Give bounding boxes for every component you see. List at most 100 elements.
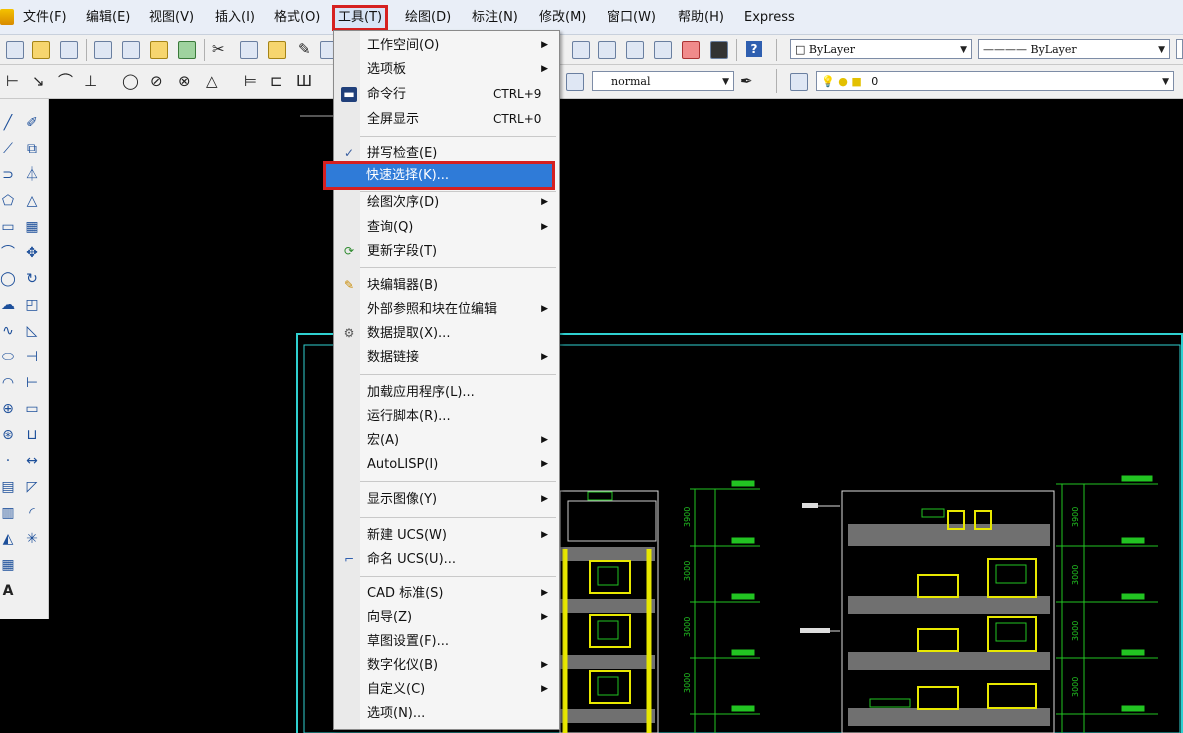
erase-icon[interactable]: ✐ xyxy=(24,115,40,131)
menu-express[interactable]: Express xyxy=(740,7,799,29)
rotate-icon[interactable]: ↻ xyxy=(24,271,40,287)
calculator-icon[interactable] xyxy=(710,41,728,59)
menu-item-run-script[interactable]: 运行脚本(R)... xyxy=(335,405,558,428)
continue-icon[interactable]: Ш xyxy=(296,73,312,89)
extend-icon[interactable]: ⊢ xyxy=(24,375,40,391)
lineweight-combo[interactable] xyxy=(1176,39,1183,59)
menu-item-tablet[interactable]: 数字化仪(B) ▶ xyxy=(335,654,558,677)
array-icon[interactable]: ▦ xyxy=(24,219,40,235)
menu-item-drafting-settings[interactable]: 草图设置(F)... xyxy=(335,630,558,653)
app-icon[interactable] xyxy=(0,9,14,25)
plot-preview-icon[interactable] xyxy=(122,41,140,59)
text-style-icon[interactable] xyxy=(566,73,584,91)
table-icon[interactable]: ▦ xyxy=(0,557,16,573)
mirror-icon[interactable]: ⏃ xyxy=(24,167,40,183)
angular-icon[interactable]: △ xyxy=(206,73,218,89)
menu-item-spelling[interactable]: ✓ 拼写检查(E) xyxy=(335,142,558,165)
menu-dimension[interactable]: 标注(N) xyxy=(468,7,522,29)
polyline-icon[interactable]: ⊃ xyxy=(0,167,16,183)
pen-icon[interactable]: ✒ xyxy=(740,73,753,89)
tool-palettes-icon[interactable] xyxy=(626,41,644,59)
menu-item-cad-standards[interactable]: CAD 标准(S) ▶ xyxy=(335,582,558,605)
menu-item-block-editor[interactable]: ✎ 块编辑器(B) xyxy=(335,274,558,297)
radius-icon[interactable]: ◯ xyxy=(122,73,139,89)
baseline-icon[interactable]: ⊏ xyxy=(270,73,283,89)
menu-item-display-image[interactable]: 显示图像(Y) ▶ xyxy=(335,488,558,511)
linear-dimension-icon[interactable]: ⊢ xyxy=(6,73,19,89)
paste-icon[interactable] xyxy=(268,41,286,59)
menu-modify[interactable]: 修改(M) xyxy=(535,7,590,29)
line-icon[interactable]: ╱ xyxy=(0,115,16,131)
menu-item-named-ucs[interactable]: ⌐ 命名 UCS(U)... xyxy=(335,548,558,571)
scale-icon[interactable]: ◰ xyxy=(24,297,40,313)
menu-item-update-fields[interactable]: ⟳ 更新字段(T) xyxy=(335,240,558,263)
menu-item-palettes[interactable]: 选项板 ▶ xyxy=(335,58,558,81)
3d-print-icon[interactable] xyxy=(178,41,196,59)
linetype-combo[interactable]: ———— ByLayer ▼ xyxy=(978,39,1170,59)
layer-combo[interactable]: 💡 ● ■ 0 ▼ xyxy=(816,71,1174,91)
menu-item-clean-screen[interactable]: 全屏显示 CTRL+0 xyxy=(335,108,558,131)
menu-item-wizards[interactable]: 向导(Z) ▶ xyxy=(335,606,558,629)
menu-view[interactable]: 视图(V) xyxy=(145,7,198,29)
revcloud-icon[interactable]: ☁ xyxy=(0,297,16,313)
arc-length-icon[interactable]: ⌒ xyxy=(58,73,73,89)
menu-item-data-extraction[interactable]: ⚙ 数据提取(X)... xyxy=(335,322,558,345)
menu-item-inquiry[interactable]: 查询(Q) ▶ xyxy=(335,216,558,239)
menu-draw[interactable]: 绘图(D) xyxy=(401,7,455,29)
design-center-icon[interactable] xyxy=(598,41,616,59)
match-properties-icon[interactable]: ✎ xyxy=(298,41,311,57)
multiline-text-icon[interactable]: A xyxy=(0,583,16,599)
fillet-icon[interactable]: ◜ xyxy=(24,505,40,521)
insert-block-icon[interactable]: ⊕ xyxy=(0,401,16,417)
menu-item-load-application[interactable]: 加载应用程序(L)... xyxy=(335,381,558,404)
jogged-icon[interactable]: ⊘ xyxy=(150,73,163,89)
break-at-point-icon[interactable]: ↔ xyxy=(24,453,40,469)
open-file-icon[interactable] xyxy=(32,41,50,59)
menu-item-new-ucs[interactable]: 新建 UCS(W) ▶ xyxy=(335,524,558,547)
join-icon[interactable]: ⊔ xyxy=(24,427,40,443)
offset-icon[interactable]: △ xyxy=(24,193,40,209)
print-icon[interactable] xyxy=(94,41,112,59)
polygon-icon[interactable]: ⬠ xyxy=(0,193,16,209)
construction-line-icon[interactable]: ⟋ xyxy=(0,141,16,157)
color-combo[interactable]: □ ByLayer ▼ xyxy=(790,39,972,59)
ellipse-arc-icon[interactable]: ◠ xyxy=(0,375,16,391)
menu-window[interactable]: 窗口(W) xyxy=(603,7,660,29)
menu-item-quick-select[interactable]: 快速选择(K)... xyxy=(323,161,555,190)
move-icon[interactable]: ✥ xyxy=(24,245,40,261)
cut-icon[interactable]: ✂ xyxy=(212,41,225,57)
menu-edit[interactable]: 编辑(E) xyxy=(82,7,134,29)
menu-item-data-links[interactable]: 数据链接 ▶ xyxy=(335,346,558,369)
drawing-canvas[interactable]: 3900 3000 3000 3000 3900 3000 3000 3000 xyxy=(50,99,1183,733)
trim-icon[interactable]: ⊣ xyxy=(24,349,40,365)
arc-icon[interactable]: ⌒ xyxy=(0,245,16,261)
quick-dimension-icon[interactable]: ⊨ xyxy=(244,73,257,89)
layer-manager-icon[interactable] xyxy=(790,73,808,91)
menu-item-draw-order[interactable]: 绘图次序(D) ▶ xyxy=(335,191,558,214)
publish-icon[interactable] xyxy=(150,41,168,59)
menu-file[interactable]: 文件(F) xyxy=(19,7,71,29)
new-file-icon[interactable] xyxy=(6,41,24,59)
make-block-icon[interactable]: ⊛ xyxy=(0,427,16,443)
diameter-icon[interactable]: ⊗ xyxy=(178,73,191,89)
chamfer-icon[interactable]: ◸ xyxy=(24,479,40,495)
point-icon[interactable]: · xyxy=(0,453,16,469)
aligned-dimension-icon[interactable]: ↘ xyxy=(32,73,45,89)
copy-object-icon[interactable]: ⧉ xyxy=(24,141,40,157)
menu-format[interactable]: 格式(O) xyxy=(270,7,324,29)
menu-item-command-line[interactable]: ▬ 命令行 CTRL+9 xyxy=(335,83,558,106)
stretch-icon[interactable]: ◺ xyxy=(24,323,40,339)
menu-item-macro[interactable]: 宏(A) ▶ xyxy=(335,429,558,452)
menu-help[interactable]: 帮助(H) xyxy=(674,7,728,29)
region-icon[interactable]: ◭ xyxy=(0,531,16,547)
ordinate-icon[interactable]: ⊥ xyxy=(84,73,97,89)
rectangle-icon[interactable]: ▭ xyxy=(0,219,16,235)
menu-item-customize[interactable]: 自定义(C) ▶ xyxy=(335,678,558,701)
sheet-set-icon[interactable] xyxy=(654,41,672,59)
menu-tools[interactable]: 工具(T) xyxy=(331,5,389,31)
markup-icon[interactable] xyxy=(682,41,700,59)
save-icon[interactable] xyxy=(60,41,78,59)
copy-icon[interactable] xyxy=(240,41,258,59)
gradient-icon[interactable]: ▥ xyxy=(0,505,16,521)
hatch-icon[interactable]: ▤ xyxy=(0,479,16,495)
